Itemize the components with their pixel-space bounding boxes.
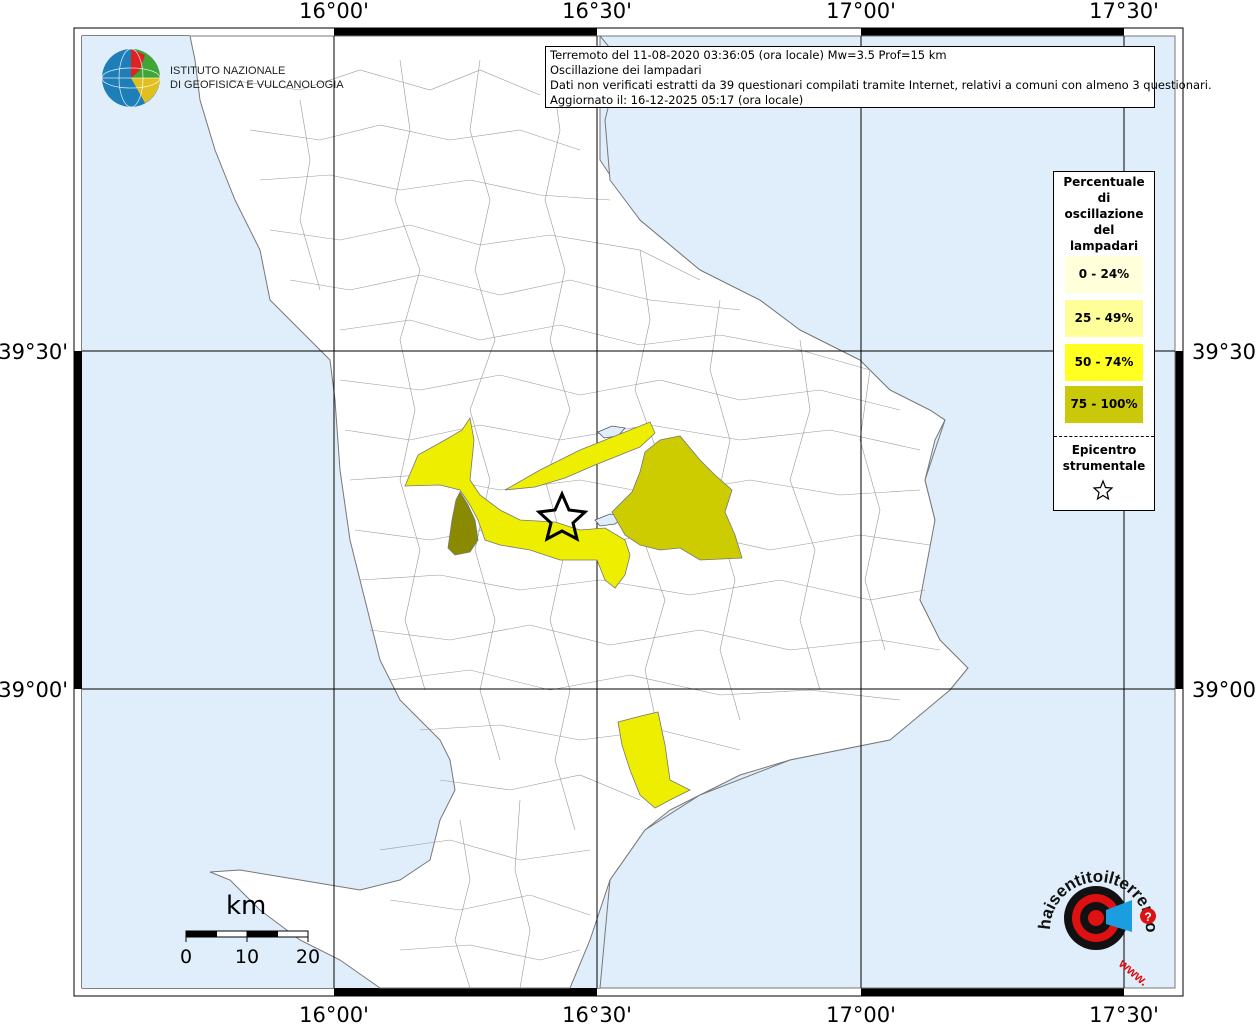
legend-item-0-24: 0 - 24%: [1065, 256, 1143, 293]
event-info-box: Terremoto del 11-08-2020 03:36:05 (ora l…: [545, 46, 1212, 108]
legend-title: Percentuale di oscillazione del lampadar…: [1054, 172, 1154, 254]
event-title: Terremoto del 11-08-2020 03:36:05 (ora l…: [550, 48, 947, 62]
legend-item-25-49: 25 - 49%: [1065, 300, 1143, 337]
data-note: Dati non verificati estratti da 39 quest…: [550, 78, 1212, 92]
legend-star-icon: [1092, 479, 1114, 501]
lon-label-bottom-16-30: 16°30': [562, 1003, 632, 1024]
legend-title-line: oscillazione: [1064, 207, 1144, 221]
scale-unit: km: [226, 891, 266, 921]
legend-title-line: di: [1097, 191, 1111, 205]
legend: Percentuale di oscillazione del lampadar…: [1053, 171, 1155, 511]
legend-item-50-74: 50 - 74%: [1065, 344, 1143, 381]
ingv-name-line2: DI GEOFISICA E VULCANOLOGIA: [170, 79, 344, 91]
intensity-map: 16°00' 16°30' 17°00' 17°30' 16°00' 16°30…: [0, 0, 1256, 1024]
scale-tick-10: 10: [235, 946, 259, 968]
scale-tick-20: 20: [296, 946, 320, 968]
legend-item-75-100: 75 - 100%: [1065, 386, 1143, 423]
legend-epicenter-line: strumentale: [1062, 459, 1146, 473]
legend-title-line: del: [1093, 223, 1115, 237]
update-timestamp: Aggiornato il: 16-12-2025 05:17 (ora loc…: [550, 93, 804, 107]
lon-label-top-16-30: 16°30': [562, 0, 632, 23]
lat-label-right-39-00: 39°00': [1192, 678, 1256, 702]
lon-label-bottom-17-30: 17°30': [1089, 1003, 1159, 1024]
lon-label-bottom-17-00: 17°00': [826, 1003, 896, 1024]
lat-label-left-39-00: 39°00': [0, 678, 68, 702]
lon-label-top-16-00: 16°00': [299, 0, 369, 23]
lon-label-top-17-30: 17°30': [1089, 0, 1159, 23]
ingv-name-line1: ISTITUTO NAZIONALE: [170, 65, 285, 77]
scale-tick-0: 0: [180, 946, 192, 968]
lat-label-left-39-30: 39°30': [0, 340, 68, 364]
map-subject: Oscillazione dei lampadari: [550, 63, 702, 77]
lon-label-bottom-16-00: 16°00': [299, 1003, 369, 1024]
lon-label-top-17-00: 17°00': [826, 0, 896, 23]
legend-title-line: Percentuale: [1063, 175, 1145, 189]
legend-epicenter-label: Epicentro strumentale: [1054, 442, 1154, 474]
legend-divider: [1054, 436, 1154, 437]
question-icon: ?: [1144, 910, 1151, 924]
legend-epicenter-line: Epicentro: [1071, 443, 1137, 457]
legend-title-line: lampadari: [1069, 239, 1139, 253]
lat-label-right-39-30: 39°30': [1192, 340, 1256, 364]
